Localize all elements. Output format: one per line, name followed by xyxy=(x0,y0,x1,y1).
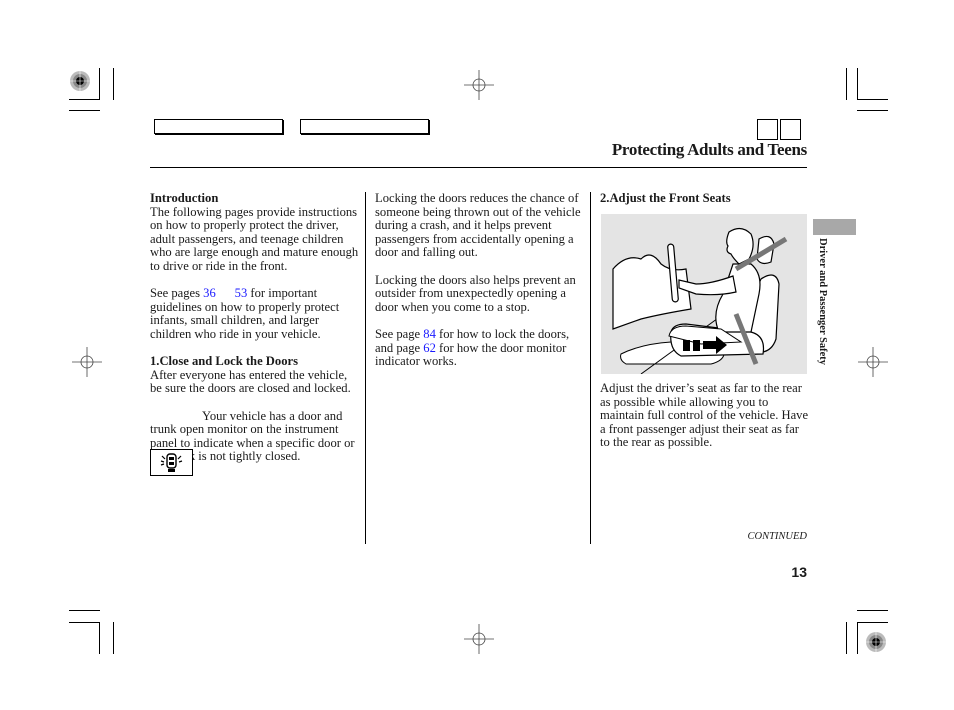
crop-mark xyxy=(857,610,888,611)
locking-para-2: Locking the doors also helps prevent an … xyxy=(375,272,576,314)
crop-mark xyxy=(857,622,888,623)
registration-target-icon xyxy=(865,631,887,653)
crop-mark xyxy=(99,68,100,100)
nav-tab-index[interactable] xyxy=(300,119,429,134)
door-monitor-indicator xyxy=(150,449,193,476)
crop-mark xyxy=(857,68,858,100)
page-link-84[interactable]: 84 xyxy=(423,327,436,341)
page-link-62[interactable]: 62 xyxy=(423,341,436,355)
continued-label: CONTINUED xyxy=(747,531,807,542)
intro-text: The following pages provide instructions… xyxy=(150,204,359,273)
crosshair-mark-icon xyxy=(464,70,494,100)
side-tab-marker[interactable] xyxy=(813,219,856,235)
column-divider xyxy=(590,192,591,544)
crop-mark xyxy=(857,622,858,654)
crop-mark xyxy=(113,622,114,654)
crop-mark xyxy=(113,68,114,100)
section2-body: Adjust the driver’s seat as far to the r… xyxy=(600,381,810,464)
see-page-text: See page 84 for how to lock the doors, a… xyxy=(375,326,570,369)
intro-heading: Introduction xyxy=(150,191,219,205)
column-divider xyxy=(365,192,366,544)
nav-square-next[interactable] xyxy=(780,119,801,140)
section1-text: After everyone has entered the vehicle, … xyxy=(150,367,351,396)
page-link-53[interactable]: 53 xyxy=(235,286,248,300)
driver-seat-illustration-icon xyxy=(612,227,788,375)
column-left: Introduction The following pages provide… xyxy=(150,191,360,477)
crop-mark xyxy=(99,622,100,654)
door-open-monitor-icon xyxy=(160,453,183,472)
registration-target-top-left xyxy=(69,70,91,92)
locking-para-1: Locking the doors reduces the chance of … xyxy=(375,191,581,260)
section1-heading: 1.Close and Lock the Doors xyxy=(150,354,298,369)
page-title: Protecting Adults and Teens xyxy=(611,140,807,159)
crop-mark xyxy=(69,622,100,623)
registration-target-icon xyxy=(69,70,91,92)
nav-square-previous[interactable] xyxy=(757,119,778,140)
column-right: 2.Adjust the Front Seats xyxy=(600,191,810,206)
crop-mark xyxy=(69,99,100,100)
crop-mark xyxy=(857,110,888,111)
seat-adjust-illustration xyxy=(601,214,807,375)
page-link-36[interactable]: 36 xyxy=(203,286,216,300)
crosshair-mark-icon xyxy=(464,624,494,654)
crop-mark xyxy=(69,610,100,611)
section2-text: Adjust the driver’s seat as far to the r… xyxy=(600,381,809,450)
crop-mark xyxy=(846,68,847,100)
crosshair-mark-icon xyxy=(858,347,888,377)
crop-mark xyxy=(857,99,888,100)
registration-target-bottom-right xyxy=(865,631,887,653)
side-tab-label: Driver and Passenger Safety xyxy=(817,238,828,366)
header-rule xyxy=(150,167,807,168)
see-pages-text: See pages 36 53 for important guidelines… xyxy=(150,286,340,341)
crop-mark xyxy=(846,622,847,654)
column-middle: Locking the doors reduces the chance of … xyxy=(375,191,587,382)
crosshair-mark-icon xyxy=(72,347,102,377)
nav-tab-contents[interactable] xyxy=(154,119,283,134)
section2-heading: 2.Adjust the Front Seats xyxy=(600,191,731,205)
crop-mark xyxy=(69,110,100,111)
page-number: 13 xyxy=(791,564,807,580)
